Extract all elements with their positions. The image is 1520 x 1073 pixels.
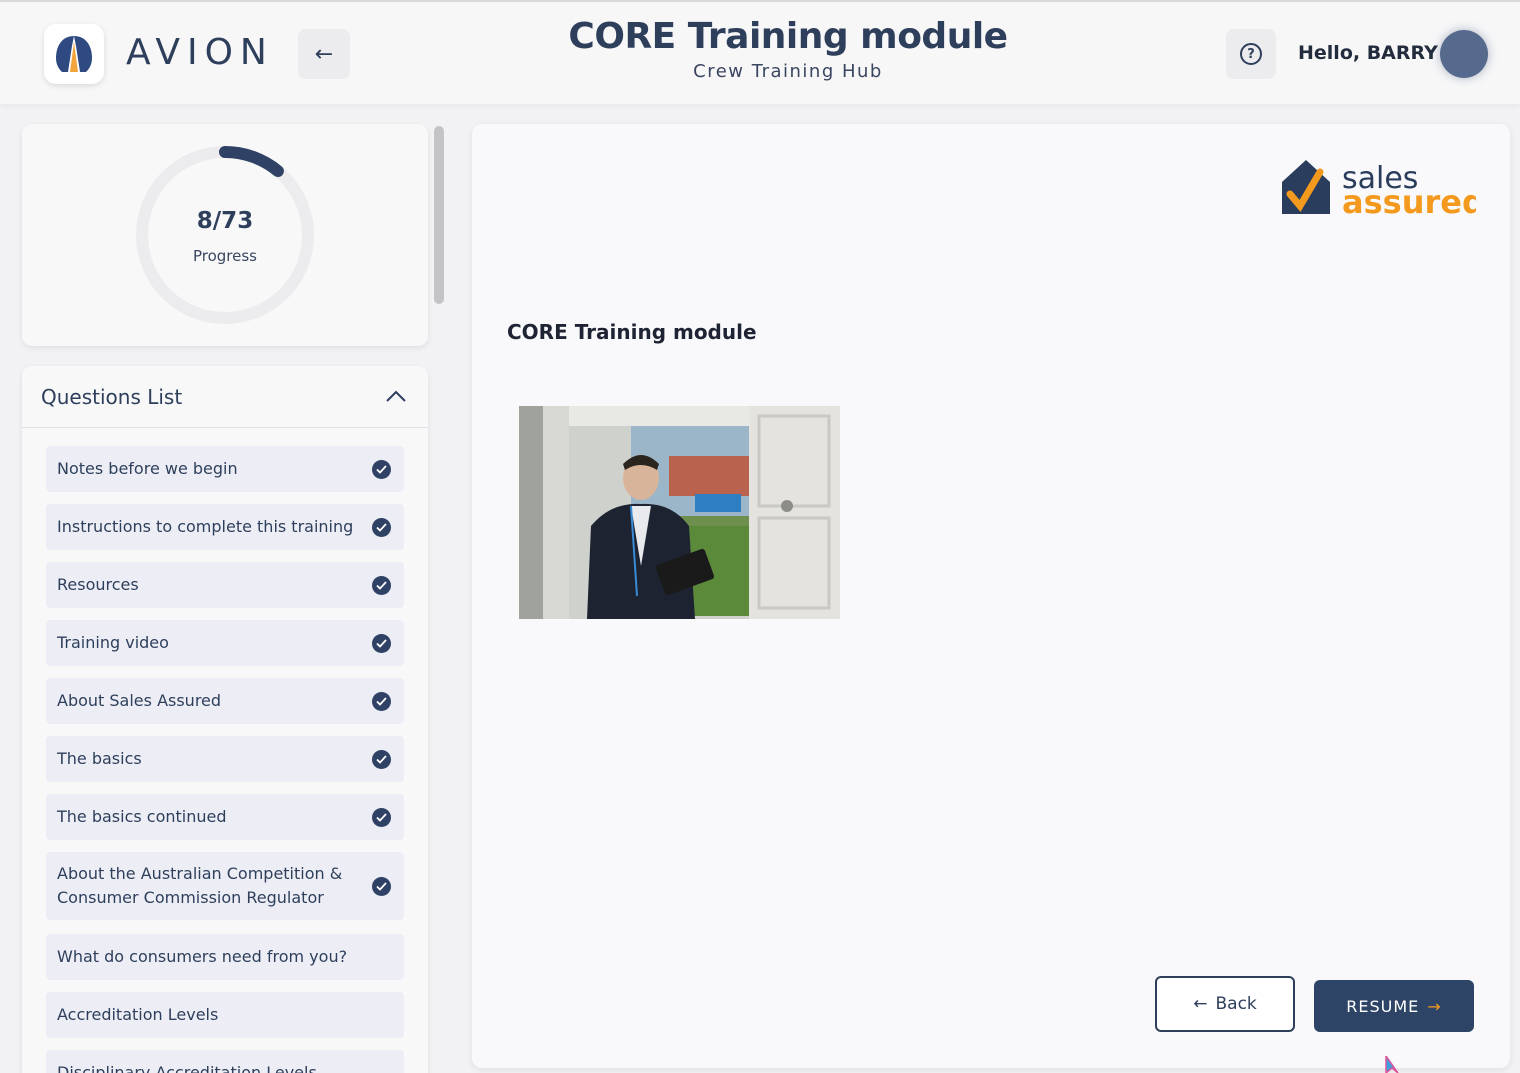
question-item[interactable]: About the Australian Competition & Consu…	[46, 852, 404, 920]
question-item-label: About Sales Assured	[57, 691, 222, 710]
check-circle-icon	[372, 575, 391, 595]
resume-button[interactable]: RESUME →	[1314, 980, 1474, 1032]
question-item-label: About the Australian Competition & Consu…	[57, 864, 343, 907]
question-item-label: Disciplinary Accreditation Levels	[57, 1063, 317, 1073]
question-item-label: The basics	[57, 749, 142, 768]
questions-list-panel: Questions List Notes before we begin Inst…	[22, 366, 428, 1073]
question-item[interactable]: Instructions to complete this training	[46, 504, 404, 550]
page-title: CORE Training module	[568, 16, 1008, 57]
question-item[interactable]: Training video	[46, 620, 404, 666]
question-item[interactable]: The basics continued	[46, 794, 404, 840]
user-avatar[interactable]	[1440, 30, 1488, 78]
question-item-label: What do consumers need from you?	[57, 947, 348, 966]
arrow-left-icon: ←	[314, 41, 334, 67]
question-item[interactable]: Accreditation Levels	[46, 992, 404, 1038]
resume-button-label: RESUME	[1346, 996, 1420, 1016]
check-circle-icon	[372, 807, 391, 827]
question-item-label: Notes before we begin	[57, 459, 238, 478]
arrow-right-icon: →	[1427, 996, 1442, 1016]
back-button-label: Back	[1215, 994, 1257, 1014]
check-circle-icon	[372, 749, 391, 769]
sidebar-scrollbar-thumb[interactable]	[434, 126, 444, 304]
chevron-up-icon[interactable]	[385, 388, 407, 404]
help-button[interactable]: ?	[1226, 29, 1276, 79]
progress-value: 8/73	[196, 208, 254, 234]
check-circle-icon	[372, 633, 391, 653]
progress-card: 8/73 Progress	[22, 124, 428, 346]
sales-assured-logo: sales assured	[1282, 160, 1476, 216]
questions-list-header[interactable]: Questions List	[22, 366, 428, 428]
section-title: CORE Training module	[507, 320, 757, 344]
question-item-label: Training video	[57, 633, 169, 652]
avion-logo-icon	[56, 36, 92, 72]
user-greeting: Hello, BARRY	[1298, 42, 1438, 64]
questions-list-title: Questions List	[41, 385, 183, 409]
salesman-at-door-image	[519, 406, 840, 619]
page-subtitle: Crew Training Hub	[693, 61, 883, 82]
question-item-label: Instructions to complete this training	[57, 517, 354, 536]
top-header: AVION ← CORE Training module Crew Traini…	[0, 0, 1520, 104]
mouse-cursor-icon	[1385, 1056, 1399, 1073]
content-card: sales assured CORE Training module ← Bac…	[472, 124, 1510, 1068]
training-photo	[519, 406, 840, 619]
question-item-label: Resources	[57, 575, 139, 594]
question-item[interactable]: The basics	[46, 736, 404, 782]
question-item[interactable]: About Sales Assured	[46, 678, 404, 724]
question-item-label: Accreditation Levels	[57, 1005, 219, 1024]
question-item[interactable]: Disciplinary Accreditation Levels	[46, 1050, 404, 1073]
brand-name: AVION	[126, 32, 274, 73]
check-circle-icon	[372, 691, 391, 711]
avion-logo[interactable]	[44, 24, 104, 84]
check-circle-icon	[372, 459, 391, 479]
question-item[interactable]: Resources	[46, 562, 404, 608]
back-button[interactable]: ← Back	[1155, 976, 1295, 1032]
header-back-button[interactable]: ←	[298, 29, 350, 79]
progress-label: Progress	[192, 247, 257, 265]
question-item[interactable]: Notes before we begin	[46, 446, 404, 492]
check-circle-icon	[372, 517, 391, 537]
logo-text-assured: assured	[1342, 183, 1476, 216]
arrow-left-icon: ←	[1193, 994, 1208, 1014]
question-item-label: The basics continued	[57, 807, 227, 826]
check-circle-icon	[372, 876, 391, 896]
title-block: CORE Training module Crew Training Hub	[560, 16, 1016, 82]
progress-ring	[136, 146, 314, 324]
question-item[interactable]: What do consumers need from you?	[46, 934, 404, 980]
help-icon: ?	[1240, 43, 1262, 65]
